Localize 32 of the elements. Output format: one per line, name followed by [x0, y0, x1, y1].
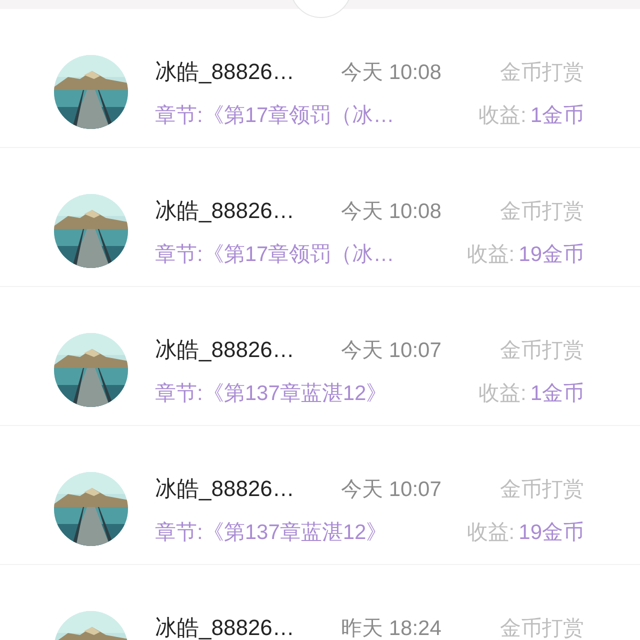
record-time: 昨天 18:24: [341, 616, 442, 640]
record-type: 金币打赏: [500, 60, 584, 86]
record-row[interactable]: 冰皓_88826… 今天 10:07 金币打赏 章节:《第137章蓝湛12》 收益: 1金币: [0, 287, 640, 426]
income-value: 1金币: [530, 381, 584, 407]
record-row[interactable]: 冰皓_88826… 昨天 18:24 金币打赏: [0, 565, 640, 640]
chapter-title: 章节:《第137章蓝湛12》: [155, 381, 388, 407]
income-value: 19金币: [518, 520, 584, 546]
record-row[interactable]: 冰皓_88826… 今天 10:08 金币打赏 章节:《第17章领罚（冰… 收益: 1金币: [0, 9, 640, 148]
income-label: 收益:: [466, 242, 515, 268]
record-time: 今天 10:08: [341, 199, 442, 225]
record-type: 金币打赏: [500, 338, 584, 364]
record-row[interactable]: 冰皓_88826… 今天 10:08 金币打赏 章节:《第17章领罚（冰… 收益: 19金币: [0, 148, 640, 287]
user-name: 冰皓_88826…: [155, 336, 296, 364]
income-value: 19金币: [518, 242, 584, 268]
chapter-title: 章节:《第17章领罚（冰…: [155, 103, 394, 129]
record-type: 金币打赏: [500, 477, 584, 503]
record-type: 金币打赏: [500, 616, 584, 640]
user-name: 冰皓_88826…: [155, 475, 296, 503]
chapter-title: 章节:《第17章领罚（冰…: [155, 242, 394, 268]
record-time: 今天 10:07: [341, 338, 442, 364]
income-label: 收益:: [478, 381, 526, 407]
income-value: 1金币: [530, 103, 584, 129]
user-name: 冰皓_88826…: [155, 614, 296, 640]
income-label: 收益:: [466, 520, 515, 546]
record-time: 今天 10:07: [341, 477, 442, 503]
chapter-title: 章节:《第137章蓝湛12》: [155, 520, 388, 546]
record-time: 今天 10:08: [341, 60, 442, 86]
user-name: 冰皓_88826…: [155, 58, 296, 86]
record-type: 金币打赏: [500, 199, 584, 225]
income-label: 收益:: [478, 103, 526, 129]
record-row[interactable]: 冰皓_88826… 今天 10:07 金币打赏 章节:《第137章蓝湛12》 收益: 19金币: [0, 426, 640, 565]
user-name: 冰皓_88826…: [155, 197, 296, 225]
